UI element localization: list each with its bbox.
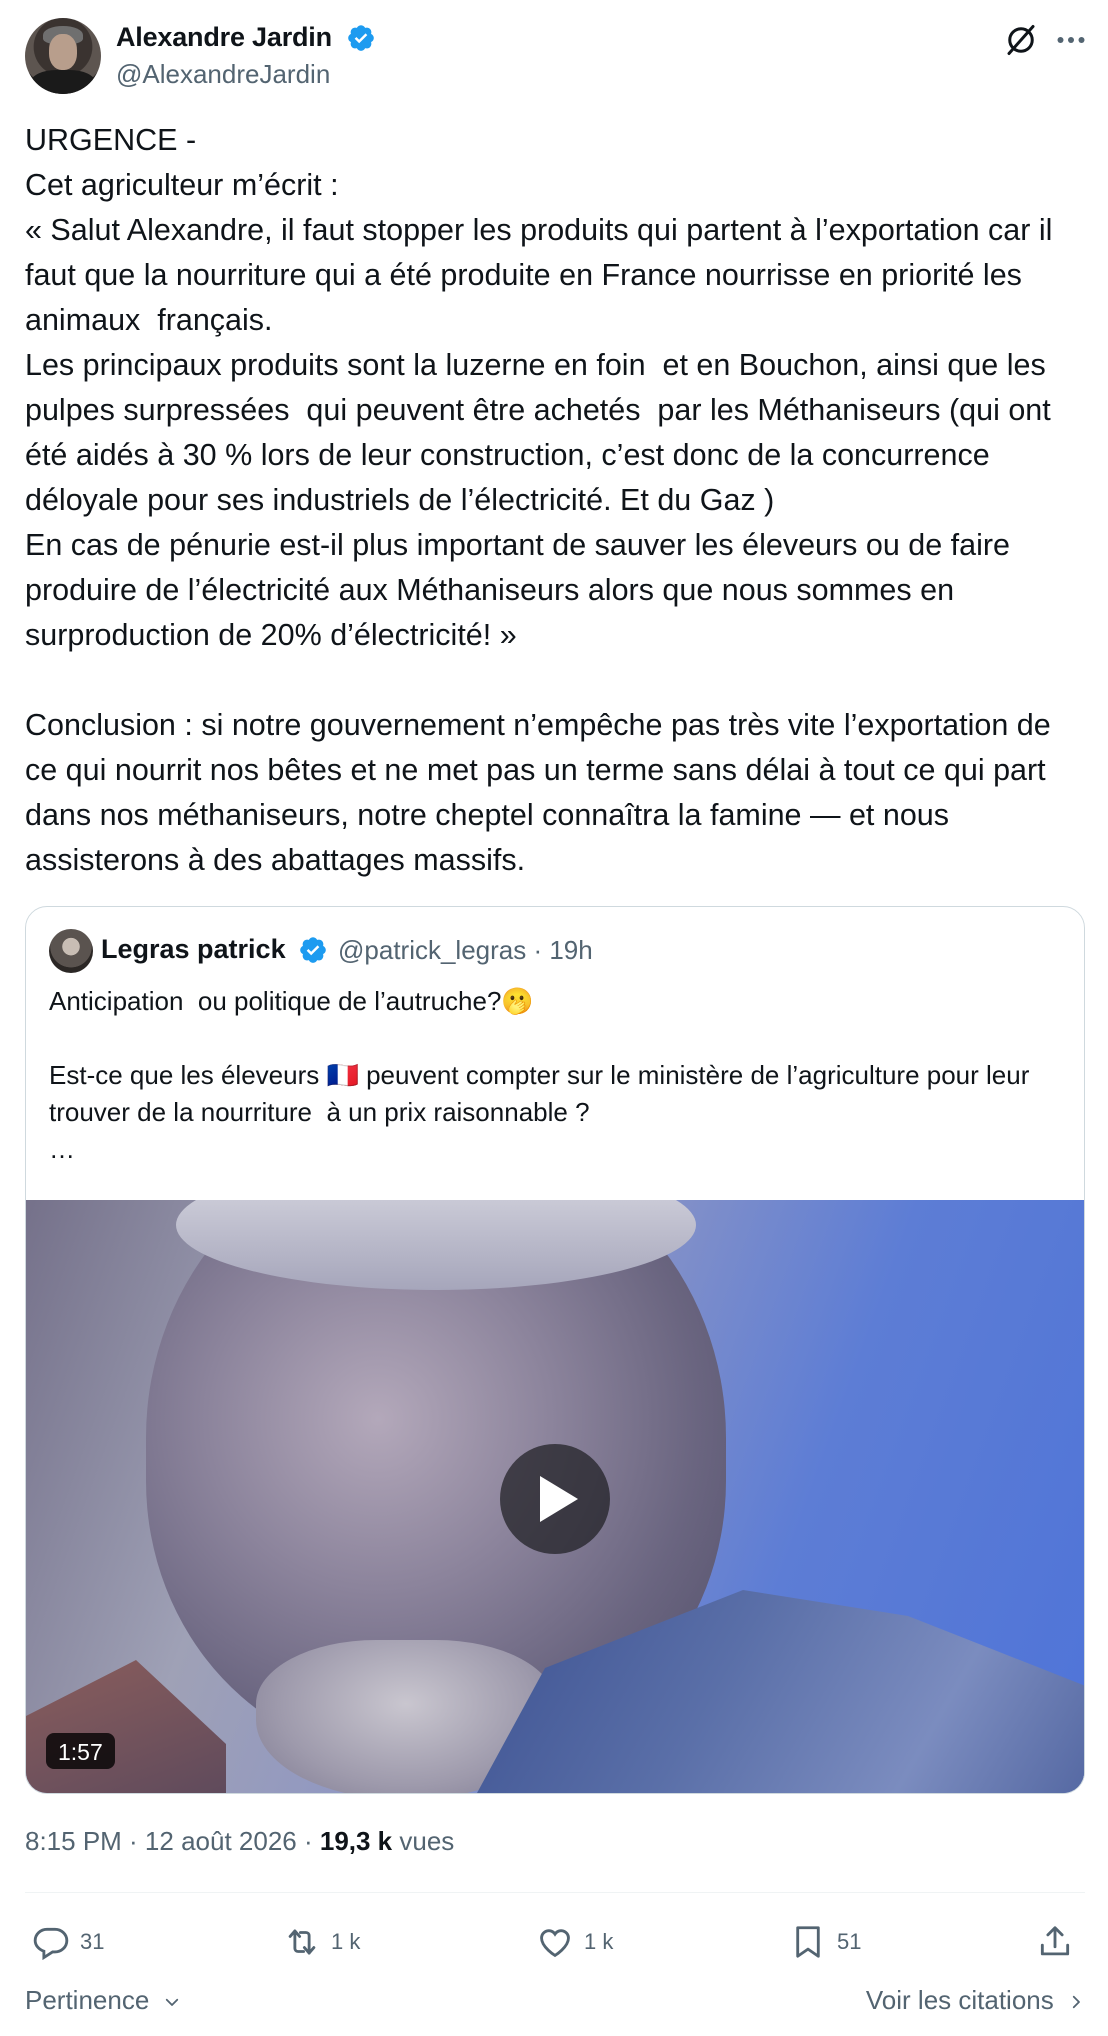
reply-icon xyxy=(33,1927,69,1961)
quote-video[interactable]: 1:57 xyxy=(26,1200,1084,1793)
reply-count: 31 xyxy=(80,1929,105,1954)
like-button[interactable]: 1 k xyxy=(536,1920,613,1964)
verified-badge-icon xyxy=(300,937,326,963)
quote-handle-time[interactable]: @patrick_legras · 19h xyxy=(338,935,593,966)
quote-author-avatar[interactable] xyxy=(49,929,93,973)
tweet-timestamp[interactable]: 8:15 PM · 12 août 2026 · xyxy=(25,1826,320,1856)
retweet-count: 1 k xyxy=(331,1929,361,1954)
reply-button[interactable]: 31 xyxy=(32,1920,104,1964)
like-icon xyxy=(540,1929,570,1958)
chevron-down-icon xyxy=(165,1998,178,2007)
quote-body-text: Anticipation ou politique de l’autruche?… xyxy=(49,986,1030,1164)
share-icon xyxy=(1040,1926,1070,1956)
retweet-icon xyxy=(288,1929,316,1955)
author-handle[interactable]: @AlexandreJardin xyxy=(116,59,330,90)
sort-label: Pertinence xyxy=(25,1985,150,2015)
tweet-timestamp-views: 8:15 PM · 12 août 2026 · 19,3 k vues xyxy=(25,1826,454,1857)
more-icon[interactable] xyxy=(1053,22,1089,58)
share-button[interactable] xyxy=(1036,1920,1084,1964)
view-quotes-label: Voir les citations xyxy=(865,1985,1054,2015)
verified-badge-icon xyxy=(348,25,374,51)
sort-replies-dropdown[interactable]: Pertinence xyxy=(25,1985,181,2016)
bookmark-icon xyxy=(796,1926,820,1958)
view-quotes-link[interactable]: Voir les citations xyxy=(866,1985,1085,2016)
video-duration: 1:57 xyxy=(46,1733,115,1769)
tweet-body-text: URGENCE - Cet agriculteur m’écrit : « Sa… xyxy=(25,123,1053,877)
retweet-button[interactable]: 1 k xyxy=(283,1920,360,1964)
grok-icon[interactable] xyxy=(1003,22,1039,58)
bookmark-button[interactable]: 51 xyxy=(789,1920,861,1964)
quote-author-name[interactable]: Legras patrick xyxy=(101,934,286,965)
chevron-right-icon xyxy=(1072,1995,1080,2009)
play-button[interactable] xyxy=(500,1444,610,1554)
quoted-tweet[interactable]: Legras patrick @patrick_legras · 19h Ant… xyxy=(25,906,1085,1794)
author-avatar[interactable] xyxy=(25,18,101,94)
bookmark-count: 51 xyxy=(837,1929,862,1954)
views-label: vues xyxy=(392,1826,455,1856)
divider xyxy=(25,1892,1085,1893)
tweet-header: Alexandre Jardin @AlexandreJardin xyxy=(25,18,1085,94)
like-count: 1 k xyxy=(584,1929,614,1954)
views-count: 19,3 k xyxy=(319,1826,393,1856)
play-icon xyxy=(540,1476,578,1522)
author-display-name[interactable]: Alexandre Jardin xyxy=(116,22,332,53)
